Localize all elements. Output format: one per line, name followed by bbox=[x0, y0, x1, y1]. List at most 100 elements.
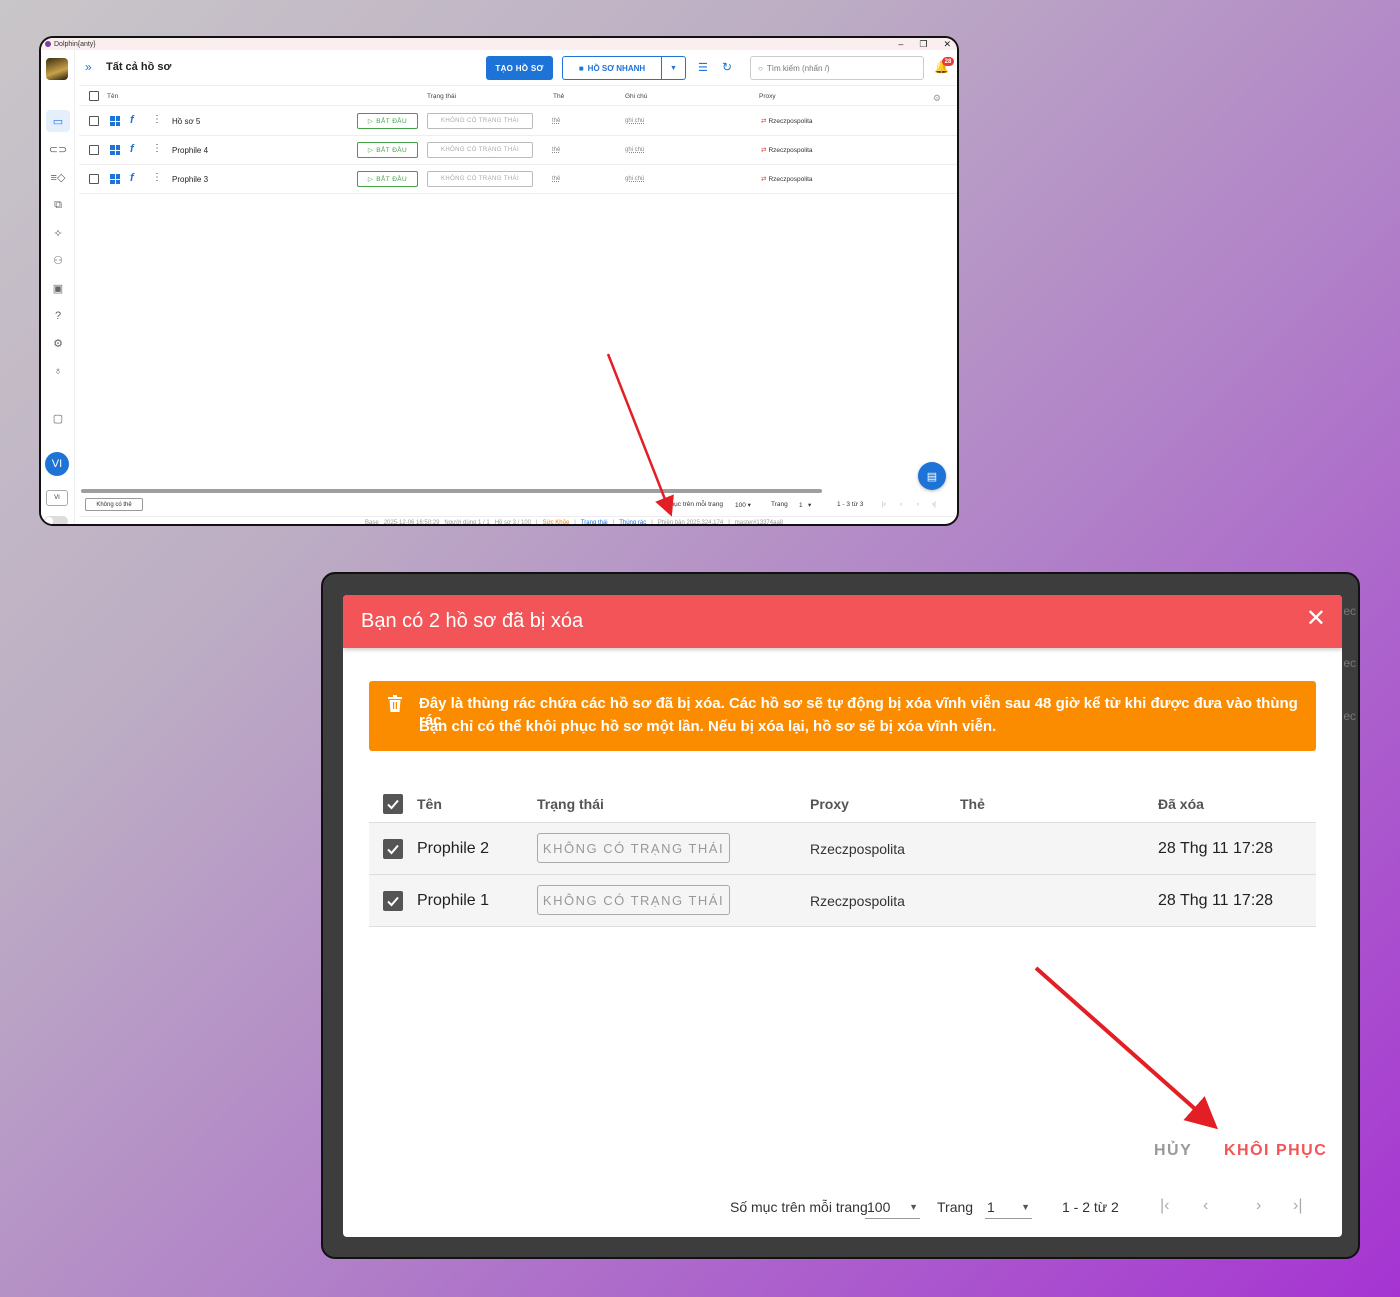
first-page-icon[interactable]: |‹ bbox=[882, 501, 886, 508]
quick-profile-button[interactable]: ■ HỒ SƠ NHANH ▼ bbox=[562, 56, 686, 80]
idea-icon[interactable]: ♁ bbox=[46, 360, 70, 382]
status-badge[interactable]: KHÔNG CÓ TRẠNG THÁI bbox=[427, 171, 533, 187]
close-icon[interactable]: ✕ bbox=[1306, 607, 1326, 631]
tag-link[interactable]: thẻ bbox=[552, 176, 560, 182]
chat-icon[interactable]: ▤ bbox=[918, 462, 946, 490]
page-label: Trang bbox=[937, 1199, 974, 1215]
last-page-icon[interactable]: ›| bbox=[932, 501, 936, 508]
note-link[interactable]: ghi chú bbox=[625, 118, 644, 124]
more-options-icon[interactable]: ⋮ bbox=[152, 172, 162, 183]
table-row[interactable]: f ⋮ Hồ sơ 5 ▷ BẮT ĐẦU KHÔNG CÓ TRẠNG THÁI… bbox=[79, 107, 957, 136]
main-content: » Tất cả hồ sơ TẠO HỒ SƠ ■ HỒ SƠ NHANH ▼ … bbox=[79, 50, 957, 524]
start-button[interactable]: ▷ BẮT ĐẦU bbox=[357, 171, 418, 187]
profile-name[interactable]: Prophile 4 bbox=[172, 146, 208, 155]
create-profile-button[interactable]: TẠO HỒ SƠ bbox=[486, 56, 553, 80]
profile-name[interactable]: Prophile 3 bbox=[172, 175, 208, 184]
prev-page-icon[interactable]: ‹ bbox=[1203, 1197, 1208, 1215]
table-row[interactable]: f ⋮ Prophile 3 ▷ BẮT ĐẦU KHÔNG CÓ TRẠNG T… bbox=[79, 165, 957, 194]
first-page-icon[interactable]: |‹ bbox=[1160, 1197, 1169, 1215]
select-all-checkbox[interactable] bbox=[89, 91, 99, 101]
trash-warning: Đây là thùng rác chứa các hồ sơ đã bị xó… bbox=[369, 681, 1316, 751]
horizontal-scrollbar[interactable] bbox=[81, 489, 822, 493]
trash-window: ec ec ec Bạn có 2 hồ sơ đã bị xóa ✕ Đây … bbox=[321, 572, 1360, 1259]
minimize-button[interactable]: – bbox=[898, 38, 903, 50]
note-link[interactable]: ghi chú bbox=[625, 147, 644, 153]
extensions-icon[interactable]: ✧ bbox=[46, 222, 70, 244]
status-link[interactable]: Trạng thái bbox=[581, 520, 608, 525]
cancel-button[interactable]: HỦY bbox=[1154, 1142, 1192, 1160]
tag-filter-button[interactable]: Không có thẻ bbox=[85, 498, 143, 511]
per-page-select[interactable]: 100 ▾ bbox=[735, 501, 751, 509]
last-page-icon[interactable]: ›| bbox=[1293, 1197, 1302, 1215]
more-options-icon[interactable]: ⋮ bbox=[152, 143, 162, 154]
col-name[interactable]: Tên bbox=[107, 93, 118, 100]
search-input[interactable]: ○ Tìm kiếm (nhấn /) bbox=[750, 56, 924, 80]
row-checkbox[interactable] bbox=[89, 174, 99, 184]
status-profiles: Hồ sơ 3 / 100 bbox=[494, 519, 532, 526]
row-checkbox[interactable] bbox=[89, 145, 99, 155]
note-link[interactable]: ghi chú bbox=[625, 176, 644, 182]
tag-link[interactable]: thẻ bbox=[552, 118, 560, 124]
next-page-icon[interactable]: › bbox=[917, 501, 919, 508]
row-checkbox[interactable] bbox=[89, 116, 99, 126]
close-window-button[interactable]: ✕ bbox=[943, 38, 951, 50]
copy-icon[interactable]: ⧉ bbox=[46, 194, 70, 216]
select-all-checkbox[interactable] bbox=[383, 794, 403, 814]
start-button[interactable]: ▷ BẮT ĐẦU bbox=[357, 142, 418, 158]
automation-icon[interactable]: ≡◇ bbox=[46, 166, 70, 188]
expand-sidebar-icon[interactable]: » bbox=[85, 60, 92, 74]
page-select[interactable]: 1 ▾ bbox=[799, 501, 811, 509]
per-page-select[interactable]: 100 ▼ bbox=[865, 1195, 920, 1219]
status-badge[interactable]: KHÔNG CÓ TRẠNG THÁI bbox=[427, 142, 533, 158]
col-note[interactable]: Ghi chú bbox=[625, 93, 647, 100]
more-options-icon[interactable]: ⋮ bbox=[152, 114, 162, 125]
col-status[interactable]: Trạng thái bbox=[427, 93, 456, 100]
wallet-icon[interactable]: ▢ bbox=[46, 407, 70, 429]
table-row[interactable]: Prophile 2 KHÔNG CÓ TRẠNG THÁI Rzeczposp… bbox=[369, 823, 1316, 875]
users-icon[interactable]: ⚇ bbox=[46, 249, 70, 271]
page-select[interactable]: 1 ▼ bbox=[985, 1195, 1032, 1219]
api-icon[interactable]: ▣ bbox=[46, 277, 70, 299]
start-button[interactable]: ▷ BẮT ĐẦU bbox=[357, 113, 418, 129]
col-proxy[interactable]: Proxy bbox=[759, 93, 776, 100]
table-row[interactable]: f ⋮ Prophile 4 ▷ BẮT ĐẦU KHÔNG CÓ TRẠNG T… bbox=[79, 136, 957, 165]
filter-icon[interactable]: ☰ bbox=[698, 61, 708, 74]
chevron-down-icon[interactable]: ▼ bbox=[661, 57, 685, 79]
next-page-icon[interactable]: › bbox=[1256, 1197, 1261, 1215]
proxy-name: Rzeczpospolita bbox=[810, 893, 905, 909]
status-badge[interactable]: KHÔNG CÓ TRẠNG THÁI bbox=[427, 113, 533, 129]
help-icon[interactable]: ? bbox=[46, 305, 70, 327]
avatar[interactable]: VI bbox=[45, 452, 69, 476]
app-logo[interactable] bbox=[46, 58, 68, 80]
row-checkbox[interactable] bbox=[383, 891, 403, 911]
search-placeholder: Tìm kiếm (nhấn /) bbox=[766, 63, 830, 73]
profiles-icon[interactable]: ▭ bbox=[46, 110, 70, 132]
build-label: master#13374aa8 bbox=[734, 519, 784, 526]
table-row[interactable]: Prophile 1 KHÔNG CÓ TRẠNG THÁI Rzeczposp… bbox=[369, 875, 1316, 927]
proxy-cell[interactable]: ⇄ Rzeczpospolita bbox=[761, 146, 813, 154]
proxy-cell[interactable]: ⇄ Rzeczpospolita bbox=[761, 175, 813, 183]
title-bar: Dolphin{anty} – ❐ ✕ bbox=[41, 38, 957, 50]
col-tag[interactable]: Thẻ bbox=[553, 93, 564, 100]
theme-toggle[interactable] bbox=[44, 516, 68, 524]
health-link[interactable]: Sức Khỏe bbox=[543, 520, 570, 525]
tag-link[interactable]: thẻ bbox=[552, 147, 560, 153]
proxy-name: Rzeczpospolita bbox=[810, 841, 905, 857]
table-header: Tên Trạng thái Thẻ Ghi chú Proxy ⚙ bbox=[79, 88, 957, 106]
proxy-cell[interactable]: ⇄ Rzeczpospolita bbox=[761, 117, 813, 125]
language-selector[interactable]: VI bbox=[46, 490, 68, 506]
app-title: Dolphin{anty} bbox=[54, 40, 96, 48]
restore-button[interactable]: KHÔI PHỤC bbox=[1224, 1142, 1327, 1160]
prev-page-icon[interactable]: ‹ bbox=[900, 501, 902, 508]
row-checkbox[interactable] bbox=[383, 839, 403, 859]
profile-name[interactable]: Hồ sơ 5 bbox=[172, 117, 200, 126]
col-deleted: Đã xóa bbox=[1158, 796, 1204, 812]
trash-link[interactable]: Thùng rác bbox=[619, 520, 646, 525]
background-text: ec bbox=[1343, 656, 1356, 670]
settings-icon[interactable]: ⚙ bbox=[46, 332, 70, 354]
status-users: Người dùng 1 / 1 bbox=[444, 519, 490, 526]
link-icon[interactable]: ⊂⊃ bbox=[46, 138, 70, 160]
column-settings-icon[interactable]: ⚙ bbox=[933, 93, 941, 104]
refresh-icon[interactable]: ↻ bbox=[722, 60, 732, 74]
maximize-button[interactable]: ❐ bbox=[919, 38, 927, 50]
